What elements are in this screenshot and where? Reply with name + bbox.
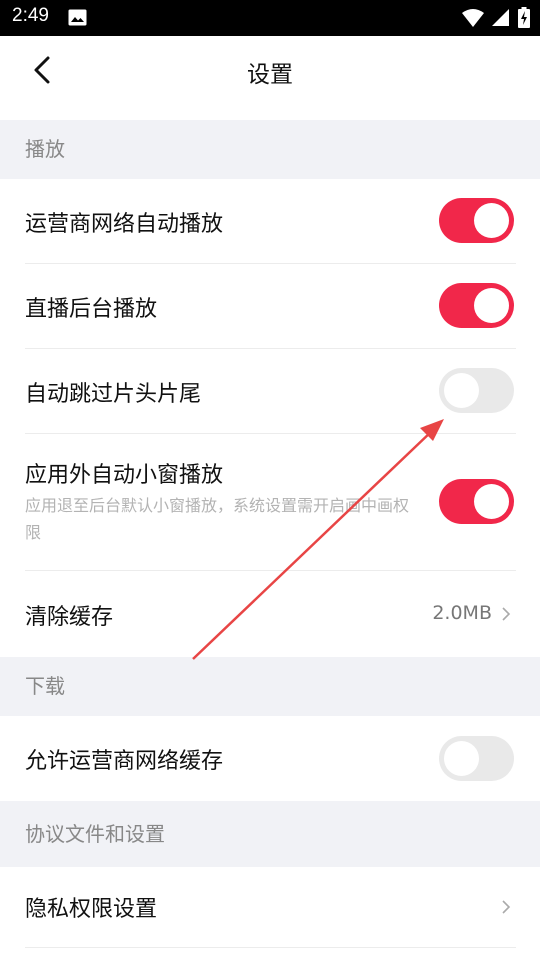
setting-label: 应用外自动小窗播放 <box>25 463 224 488</box>
chevron-right-icon <box>502 900 511 914</box>
setting-description: 应用退至后台默认小窗播放，系统设置需开启画中画权限 <box>25 496 410 542</box>
carrier-autoplay-toggle[interactable] <box>439 198 514 243</box>
setting-row-carrier-autoplay: 运营商网络自动播放 <box>0 179 540 264</box>
battery-charging-icon <box>518 7 530 28</box>
setting-row-carrier-cache: 允许运营商网络缓存 <box>0 716 540 801</box>
setting-label: 隐私权限设置 <box>25 897 158 922</box>
status-bar: 2:49 <box>0 0 540 36</box>
signal-icon <box>492 9 509 26</box>
wifi-icon <box>462 8 484 27</box>
section-header-agreement: 协议文件和设置 <box>0 801 540 867</box>
setting-label: 自动跳过片头片尾 <box>25 382 202 407</box>
setting-label: 清除缓存 <box>25 605 114 630</box>
app-header: 设置 <box>0 36 540 120</box>
chevron-right-icon <box>502 607 511 621</box>
setting-row-privacy[interactable]: 隐私权限设置 <box>0 867 540 960</box>
setting-label: 允许运营商网络缓存 <box>25 749 224 774</box>
page-title: 设置 <box>247 62 293 88</box>
image-notification-icon <box>68 9 87 26</box>
pip-toggle[interactable] <box>439 479 514 524</box>
toggle-knob <box>474 288 509 323</box>
section-header-download: 下载 <box>0 657 540 716</box>
toggle-knob <box>474 484 509 519</box>
carrier-cache-toggle[interactable] <box>439 736 514 781</box>
setting-row-skip-intro: 自动跳过片头片尾 <box>0 349 540 434</box>
live-background-toggle[interactable] <box>439 283 514 328</box>
toggle-knob <box>444 741 479 776</box>
setting-row-pip: 应用外自动小窗播放 应用退至后台默认小窗播放，系统设置需开启画中画权限 <box>0 434 540 571</box>
cache-size-value: 2.0MB <box>432 602 492 624</box>
setting-row-live-background: 直播后台播放 <box>0 264 540 349</box>
section-header-play: 播放 <box>0 120 540 179</box>
setting-label: 运营商网络自动播放 <box>25 212 224 237</box>
skip-intro-toggle[interactable] <box>439 368 514 413</box>
setting-row-clear-cache[interactable]: 清除缓存 2.0MB <box>0 571 540 657</box>
setting-label: 直播后台播放 <box>25 297 158 322</box>
toggle-knob <box>444 373 479 408</box>
toggle-knob <box>474 203 509 238</box>
row-divider <box>25 947 516 948</box>
status-time: 2:49 <box>12 5 49 26</box>
